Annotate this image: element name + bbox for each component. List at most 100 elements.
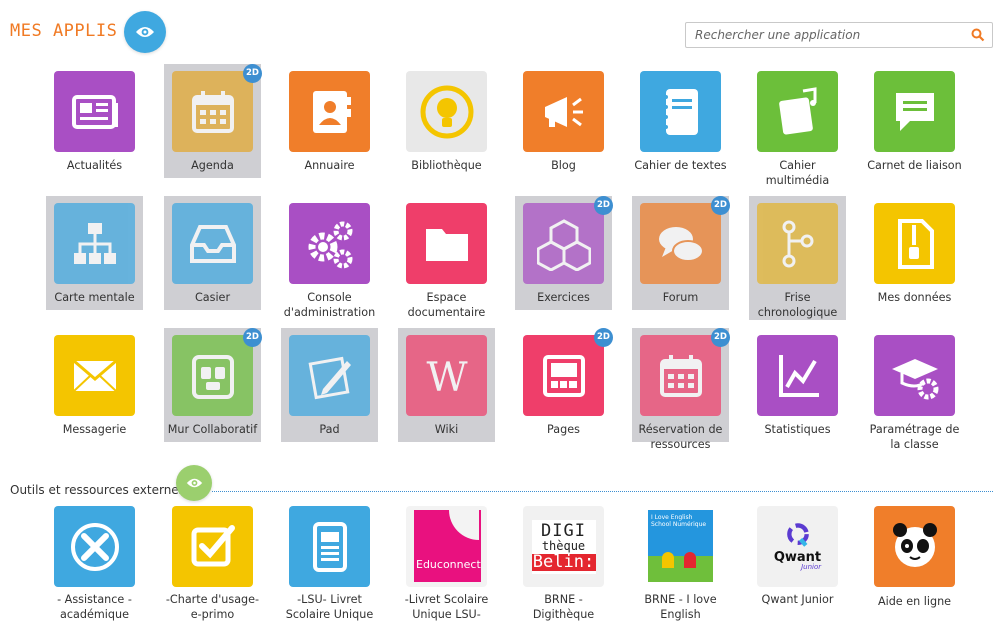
ilove-english-logo: I Love English School Numérique: [640, 506, 721, 587]
lightbulb-icon: [406, 71, 487, 152]
app-label: Cahier multimédia: [765, 159, 830, 187]
app-label: Actualités: [66, 159, 123, 172]
external-tile-assistance-academique[interactable]: - Assistance - académique: [46, 506, 143, 621]
app-tile-pad[interactable]: Pad: [281, 328, 378, 442]
folder-icon: [406, 203, 487, 284]
app-label: Frise chronologique: [757, 291, 838, 319]
tools-icon: [54, 506, 135, 587]
multimedia-notebook-icon: [757, 71, 838, 152]
calendar-reservation-icon: [640, 335, 721, 416]
external-label: Qwant Junior: [761, 593, 834, 606]
external-visibility-toggle-button[interactable]: [176, 465, 212, 501]
app-label: Exercices: [537, 291, 590, 304]
section-divider: [212, 491, 993, 492]
app-tile-casier[interactable]: Casier: [164, 196, 261, 310]
app-tile-pages[interactable]: Pages 2D: [515, 328, 613, 442]
educonnect-logo: Educonnect: [406, 506, 487, 587]
sticky-wall-icon: [172, 335, 253, 416]
graduation-gear-icon: [874, 335, 955, 416]
search-box: [685, 22, 993, 48]
tile-badge: 2D: [594, 196, 613, 215]
app-tile-cahier-de-textes[interactable]: Cahier de textes: [632, 64, 729, 178]
document-icon: [289, 506, 370, 587]
timeline-icon: [757, 203, 838, 284]
panda-icon: [874, 506, 955, 587]
envelope-icon: [54, 335, 135, 416]
tile-badge: 2D: [711, 328, 730, 347]
external-section-title: Outils et ressources externes: [10, 483, 185, 497]
app-tile-cahier-multimedia[interactable]: Cahier multimédia: [749, 64, 846, 187]
app-label: Espace documentaire: [407, 291, 486, 319]
visibility-toggle-button[interactable]: [124, 11, 166, 53]
external-tile-brne-i-love-english[interactable]: I Love English School Numérique BRNE - I…: [632, 506, 729, 621]
app-tile-annuaire[interactable]: Annuaire: [281, 64, 378, 178]
notebook-icon: [640, 71, 721, 152]
app-tile-agenda[interactable]: Agenda 2D: [164, 64, 262, 178]
app-tile-carte-mentale[interactable]: Carte mentale: [46, 196, 143, 310]
tile-badge: 2D: [711, 196, 730, 215]
qwant-logo-subtext: Junior: [801, 563, 822, 571]
app-tile-actualites[interactable]: Actualités: [46, 64, 143, 178]
sitemap-icon: [54, 203, 135, 284]
tile-badge: 2D: [594, 328, 613, 347]
app-label: Statistiques: [764, 423, 831, 436]
app-tile-bibliotheque[interactable]: Bibliothèque: [398, 64, 495, 178]
app-tile-carnet-de-liaison[interactable]: Carnet de liaison: [866, 64, 963, 178]
app-tile-parametrage-de-la-classe[interactable]: Paramétrage de la classe: [866, 328, 963, 451]
wiki-icon: W: [406, 335, 487, 416]
address-book-icon: [289, 71, 370, 152]
app-tile-frise-chronologique[interactable]: Frise chronologique: [749, 196, 846, 320]
app-tile-exercices[interactable]: Exercices 2D: [515, 196, 613, 310]
digitheque-logo-line-1: DIGI: [541, 520, 586, 541]
pad-icon: [289, 335, 370, 416]
app-label: Paramétrage de la classe: [869, 423, 960, 451]
app-label: Mur Collaboratif: [167, 423, 258, 436]
line-chart-icon: [757, 335, 838, 416]
inbox-tray-icon: [172, 203, 253, 284]
search-input[interactable]: [695, 25, 965, 45]
app-tile-messagerie[interactable]: Messagerie: [46, 328, 143, 442]
checkbox-icon: [172, 506, 253, 587]
digitheque-logo-line-2: thèque: [541, 538, 586, 553]
page-title: MES APPLIS: [10, 21, 118, 41]
chat-bubbles-icon: [640, 203, 721, 284]
cubes-icon: [523, 203, 604, 284]
app-tile-blog[interactable]: Blog: [515, 64, 612, 178]
app-tile-statistiques[interactable]: Statistiques: [749, 328, 846, 442]
app-label: Casier: [194, 291, 231, 304]
search-icon[interactable]: [971, 28, 985, 42]
tile-badge: 2D: [243, 328, 262, 347]
app-tile-wiki[interactable]: W Wiki: [398, 328, 495, 442]
app-label: Messagerie: [62, 423, 127, 436]
educonnect-logo-text: Educonnect: [416, 558, 481, 571]
app-label: Agenda: [191, 159, 234, 172]
svg-text:W: W: [426, 355, 467, 401]
app-tile-reservation-de-ressources[interactable]: Réservation de ressources 2D: [632, 328, 730, 451]
eye-icon: [136, 27, 154, 37]
external-tile-brne-digitheque[interactable]: DIGI thèque Belin: BRNE - Digithèque: [515, 506, 612, 621]
app-tile-console-d-administration[interactable]: Console d'administration: [281, 196, 378, 319]
external-tile-charte-d-usage-e-primo[interactable]: -Charte d'usage- e-primo: [164, 506, 261, 621]
app-label: Wiki: [434, 423, 459, 436]
app-label: Carte mentale: [54, 291, 135, 304]
app-label: Carnet de liaison: [867, 159, 962, 172]
app-label: Blog: [551, 159, 576, 172]
tile-badge: 2D: [243, 64, 262, 83]
external-tile-aide-en-ligne[interactable]: Aide en ligne: [866, 506, 963, 618]
calendar-icon: [172, 71, 253, 152]
external-tile-lsu-livret-scolaire-unique[interactable]: -LSU- Livret Scolaire Unique: [281, 506, 378, 621]
app-label: Forum: [662, 291, 699, 304]
app-tile-mur-collaboratif[interactable]: Mur Collaboratif 2D: [164, 328, 262, 442]
app-tile-mes-donnees[interactable]: Mes données: [866, 196, 963, 310]
external-tile-livret-scolaire-unique-lsu[interactable]: Educonnect -Livret Scolaire Unique LSU-: [398, 506, 495, 621]
app-label: Mes données: [877, 291, 952, 304]
qwant-junior-logo: Qwant Junior: [757, 506, 838, 587]
pages-icon: [523, 335, 604, 416]
external-tile-qwant-junior[interactable]: Qwant Junior Qwant Junior: [749, 506, 846, 618]
app-tile-espace-documentaire[interactable]: Espace documentaire: [398, 196, 495, 319]
app-tile-forum[interactable]: Forum 2D: [632, 196, 730, 310]
app-label: Pages: [547, 423, 580, 436]
gears-icon: [289, 203, 370, 284]
digitheque-logo-line-3: Belin:: [531, 551, 596, 572]
eye-icon: [186, 478, 202, 488]
